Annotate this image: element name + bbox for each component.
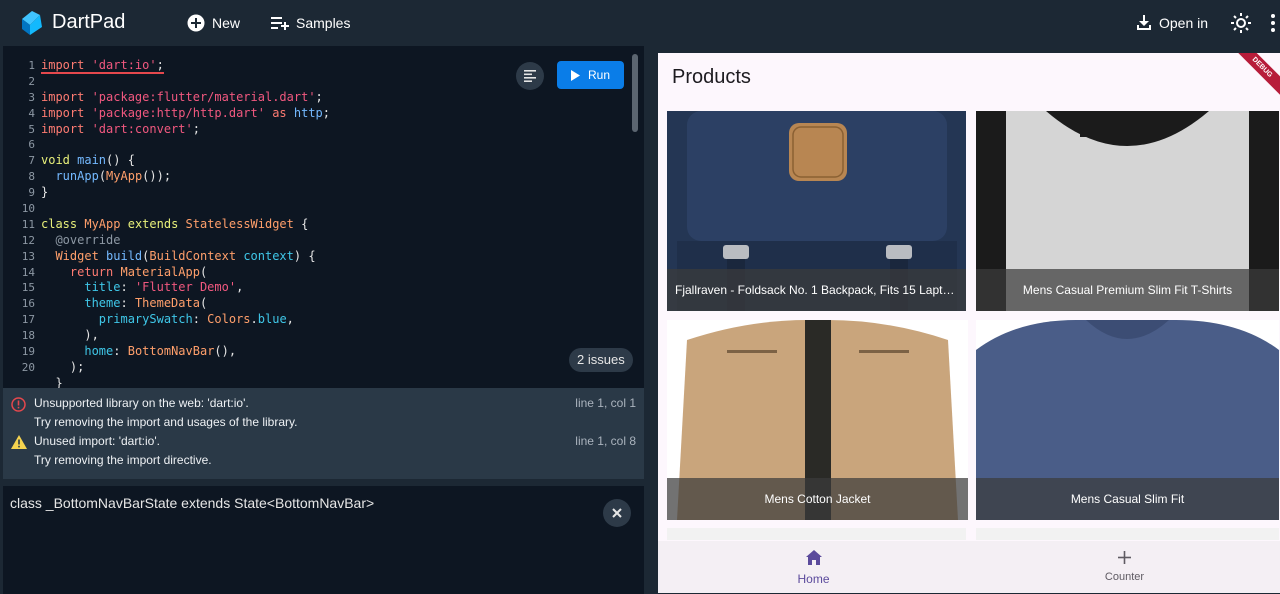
- issue-message: Unsupported library on the web: 'dart:io…: [34, 396, 249, 410]
- code-line[interactable]: home: BottomNavBar(),: [41, 344, 330, 360]
- dart-logo-icon: [22, 11, 42, 35]
- code-line[interactable]: class MyApp extends StatelessWidget {: [41, 217, 330, 233]
- code-line[interactable]: import 'package:flutter/material.dart';: [41, 90, 330, 106]
- line-number: 9: [28, 186, 35, 200]
- code-line[interactable]: ),: [41, 328, 330, 344]
- code-line[interactable]: theme: ThemeData(: [41, 296, 330, 312]
- nav-item-counter[interactable]: Counter: [969, 541, 1280, 593]
- line-number: 8: [28, 170, 35, 184]
- debug-banner: DEBUG: [1229, 53, 1280, 101]
- run-button[interactable]: Run: [557, 61, 624, 89]
- issues-chip[interactable]: 2 issues: [569, 348, 633, 372]
- issue-location: line 1, col 8: [575, 434, 636, 448]
- product-title: Mens Cotton Jacket: [667, 478, 968, 520]
- line-number: 10: [21, 202, 35, 216]
- run-button-label: Run: [587, 68, 610, 82]
- product-card[interactable]: Mens Cotton Jacket: [667, 320, 968, 520]
- code-line[interactable]: [41, 137, 330, 153]
- more-vert-icon[interactable]: [1270, 14, 1276, 32]
- line-number: 19: [21, 345, 35, 359]
- brightness-icon[interactable]: [1231, 13, 1251, 33]
- issue-message: Unused import: 'dart:io'.: [34, 434, 160, 448]
- line-number: 16: [21, 297, 35, 311]
- product-title: Mens Casual Premium Slim Fit T-Shirts: [976, 269, 1279, 311]
- line-number: 6: [28, 138, 35, 152]
- code-line[interactable]: primarySwatch: Colors.blue,: [41, 312, 330, 328]
- nav-item-label: Home: [797, 572, 830, 586]
- line-number: 20: [21, 360, 35, 374]
- close-doc-button[interactable]: [603, 499, 631, 527]
- line-number: 13: [21, 249, 35, 263]
- line-number: 2: [28, 74, 35, 88]
- samples-button-label: Samples: [296, 15, 351, 31]
- line-number: 11: [21, 217, 35, 231]
- code-line[interactable]: [41, 201, 330, 217]
- line-number: 12: [21, 233, 35, 247]
- split-divider[interactable]: [647, 46, 655, 594]
- top-bar: DartPad New Samples Open in: [0, 0, 1280, 46]
- line-number: 14: [21, 265, 35, 279]
- line-number-gutter: 1 2 3 4 5 6 7 8 9 10 11 12 13 14 15 16 1…: [3, 58, 39, 376]
- samples-button[interactable]: Samples: [271, 12, 350, 34]
- new-button[interactable]: New: [187, 12, 240, 34]
- code-line[interactable]: import 'dart:convert';: [41, 122, 330, 138]
- close-icon: [612, 508, 622, 518]
- add-circle-icon: [187, 14, 205, 32]
- app-title: DartPad: [52, 11, 126, 33]
- code-line[interactable]: [41, 74, 330, 90]
- error-icon: [11, 397, 26, 412]
- product-card-partial: [667, 528, 966, 540]
- code-line[interactable]: title: 'Flutter Demo',: [41, 280, 330, 296]
- issues-panel: Unsupported library on the web: 'dart:io…: [3, 388, 644, 479]
- product-card[interactable]: Fjallraven - Foldsack No. 1 Backpack, Fi…: [667, 111, 966, 311]
- product-card[interactable]: Mens Casual Premium Slim Fit T-Shirts: [976, 111, 1279, 311]
- open-in-label: Open in: [1159, 15, 1209, 31]
- code-line[interactable]: runApp(MyApp());: [41, 169, 330, 185]
- line-number: 7: [28, 154, 35, 168]
- editor-scrollbar[interactable]: [632, 54, 638, 132]
- line-number: 4: [28, 106, 35, 120]
- product-card[interactable]: Mens Casual Slim Fit: [976, 320, 1279, 520]
- issue-location: line 1, col 1: [575, 396, 636, 410]
- issue-fix: Try removing the import directive.: [34, 453, 212, 467]
- page-title: Products: [672, 66, 751, 88]
- bottom-navigation-bar: Home Counter: [658, 541, 1280, 593]
- warning-icon: [11, 435, 27, 449]
- code-editor[interactable]: 1 2 3 4 5 6 7 8 9 10 11 12 13 14 15 16 1…: [3, 46, 644, 388]
- code-line[interactable]: void main() {: [41, 153, 330, 169]
- home-icon: [805, 550, 822, 565]
- download-icon: [1137, 15, 1151, 30]
- code-line[interactable]: import 'package:http/http.dart' as http;: [41, 106, 330, 122]
- code-line[interactable]: }: [41, 376, 330, 388]
- line-number: 3: [28, 90, 35, 104]
- product-card-partial: [976, 528, 1279, 540]
- code-line[interactable]: import 'dart:io';: [41, 58, 330, 74]
- add-icon: [1118, 551, 1131, 564]
- play-icon: [570, 69, 580, 81]
- line-number: 1: [28, 59, 35, 72]
- nav-item-home[interactable]: Home: [658, 541, 969, 593]
- documentation-panel: class _BottomNavBarState extends State<B…: [3, 486, 644, 594]
- code-line[interactable]: Widget build(BuildContext context) {: [41, 249, 330, 265]
- issue-fix: Try removing the import and usages of th…: [34, 415, 298, 429]
- product-title: Fjallraven - Foldsack No. 1 Backpack, Fi…: [667, 269, 966, 311]
- code-line[interactable]: }: [41, 185, 330, 201]
- app-preview: Products DEBUG Fjallraven - Foldsack No.…: [658, 53, 1280, 593]
- format-button[interactable]: [516, 62, 544, 90]
- code-line[interactable]: @override: [41, 233, 330, 249]
- line-number: 18: [21, 329, 35, 343]
- open-in-button[interactable]: Open in: [1136, 12, 1208, 34]
- playlist-add-icon: [271, 17, 289, 30]
- format-align-icon: [524, 70, 536, 82]
- code-line[interactable]: return MaterialApp(: [41, 265, 330, 281]
- product-title: Mens Casual Slim Fit: [976, 478, 1279, 520]
- new-button-label: New: [212, 15, 241, 31]
- code-line[interactable]: );: [41, 360, 330, 376]
- doc-text: class _BottomNavBarState extends State<B…: [10, 495, 375, 511]
- nav-item-label: Counter: [1104, 571, 1145, 583]
- line-number: 17: [21, 313, 35, 327]
- line-number: 15: [21, 281, 35, 295]
- code-text[interactable]: import 'dart:io'; import 'package:flutte…: [41, 58, 330, 388]
- line-number: 5: [28, 122, 35, 136]
